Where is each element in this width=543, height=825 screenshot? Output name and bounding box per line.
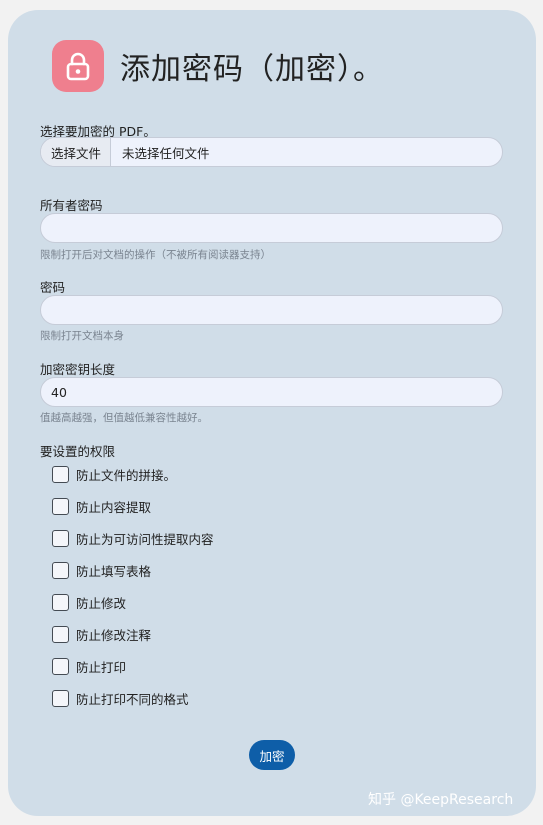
permission-checkbox[interactable] (52, 497, 69, 515)
owner-password-hint: 限制打开后对文档的操作（不被所有阅读器支持） (40, 249, 271, 261)
permission-label: 防止填写表格 (76, 563, 152, 579)
permission-item[interactable]: 防止修改注释 (52, 624, 151, 644)
file-status: 未选择任何文件 (122, 145, 210, 161)
permission-label: 防止修改 (76, 595, 127, 611)
permission-item[interactable]: 防止修改 (52, 592, 126, 612)
permission-item[interactable]: 防止打印不同的格式 (52, 688, 189, 708)
permission-checkbox[interactable] (52, 465, 69, 483)
watermark: 知乎 @KeepResearch (368, 792, 514, 808)
permission-checkbox[interactable] (52, 561, 69, 579)
file-input[interactable]: 选择文件 未选择任何文件 (40, 137, 503, 167)
permission-item[interactable]: 防止填写表格 (52, 560, 151, 580)
permission-label: 防止文件的拼接。 (76, 467, 177, 483)
encrypt-button[interactable]: 加密 (249, 740, 295, 770)
permission-item[interactable]: 防止打印 (52, 656, 126, 676)
permission-checkbox[interactable] (52, 689, 69, 707)
permission-checkbox[interactable] (52, 593, 69, 611)
owner-password-field-wrap (40, 213, 503, 243)
key-length-input[interactable] (41, 378, 502, 406)
permission-label: 防止打印 (76, 659, 127, 675)
permission-checkbox[interactable] (52, 529, 69, 547)
permission-label: 防止修改注释 (76, 627, 152, 643)
permission-label: 防止打印不同的格式 (76, 691, 189, 707)
password-hint: 限制打开文档本身 (40, 330, 124, 342)
owner-password-input[interactable] (41, 214, 502, 242)
lock-badge (52, 40, 104, 92)
lock-icon (66, 52, 90, 81)
page-header: 添加密码（加密）。 (52, 40, 384, 92)
key-length-field-wrap (40, 377, 503, 407)
owner-password-label: 所有者密码 (40, 198, 103, 213)
permission-item[interactable]: 防止文件的拼接。 (52, 464, 176, 484)
choose-file-button[interactable]: 选择文件 (41, 138, 112, 166)
permission-checkbox[interactable] (52, 657, 69, 675)
permission-checkbox[interactable] (52, 625, 69, 643)
password-field-wrap (40, 295, 503, 325)
permission-label: 防止为可访问性提取内容 (76, 531, 214, 547)
permission-label: 防止内容提取 (76, 499, 152, 515)
key-length-hint: 值越高越强，但值越低兼容性越好。 (40, 412, 208, 424)
permission-item[interactable]: 防止内容提取 (52, 496, 151, 516)
key-length-label: 加密密钥长度 (40, 362, 116, 377)
page-title: 添加密码（加密）。 (120, 52, 384, 87)
permissions-label: 要设置的权限 (40, 444, 116, 459)
permission-item[interactable]: 防止为可访问性提取内容 (52, 528, 214, 548)
password-label: 密码 (40, 280, 66, 295)
password-input[interactable] (41, 296, 502, 324)
